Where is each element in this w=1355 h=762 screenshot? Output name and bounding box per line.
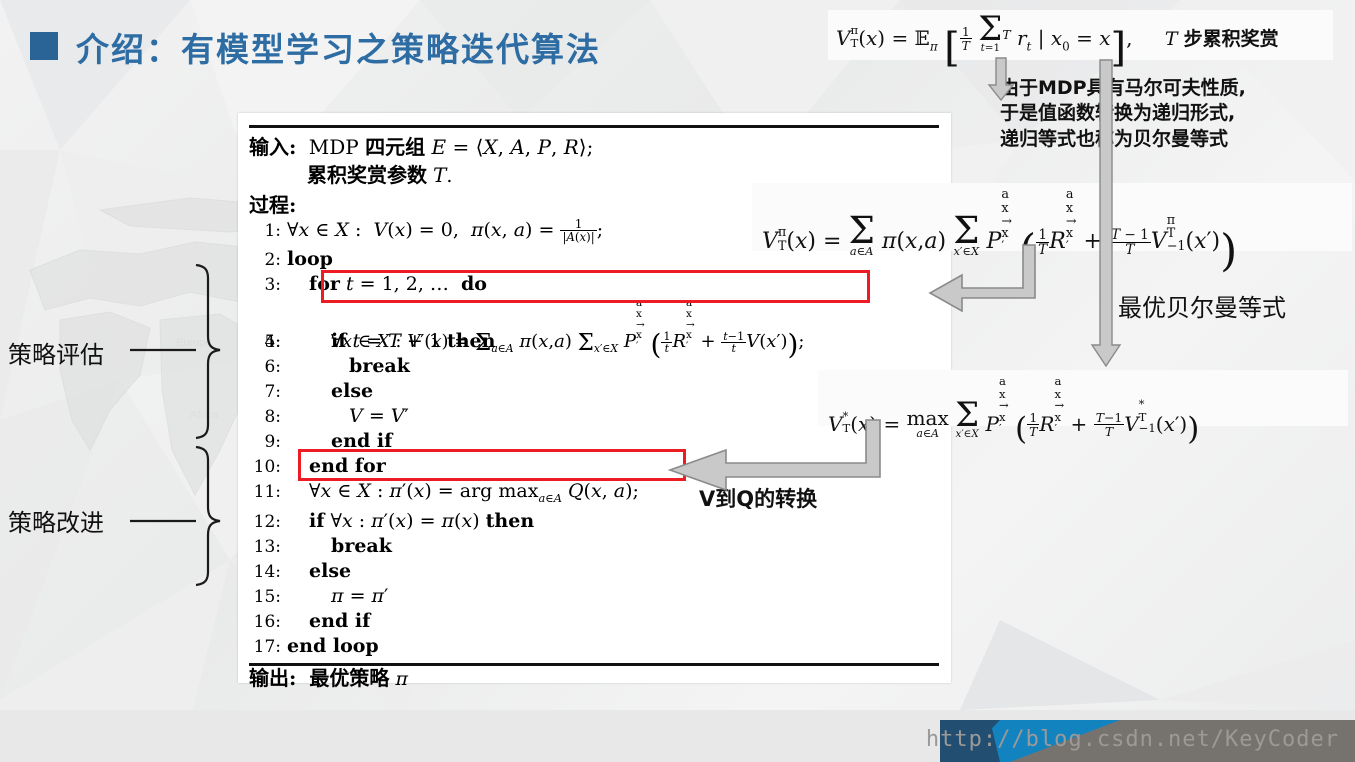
note-markov-line-1: 由于MDP具有马尔可夫性质,: [1000, 77, 1246, 99]
formula-optimal-bellman: V * T (x) = max a∈A Σx′∈X Pa x → x ′ (1 T Ra x → x ′ +…: [818, 370, 1348, 446]
algorithm-line-13: 13: break: [253, 535, 392, 557]
algorithm-top-rule: [249, 125, 939, 128]
slide-canvas: Europe Africa Middle East 介绍：有模型学习之策略迭代算…: [0, 0, 1355, 762]
algorithm-line-3: 3: for t = 1, 2, … do: [264, 273, 487, 295]
algorithm-output-label: 输出:: [249, 666, 297, 690]
label-policy-improvement: 策略改进: [8, 509, 104, 537]
note-v-to-q-label: V到Q的转换: [699, 487, 818, 511]
algorithm-line-17: 17: end loop: [253, 635, 379, 657]
page-title: 介绍：有模型学习之策略迭代算法: [76, 30, 601, 69]
footer-watermark: http://blog.csdn.net/KeyCoder: [925, 727, 1339, 752]
note-optimal-bellman-label: 最优贝尔曼等式: [1118, 294, 1286, 322]
note-markov-line-2: 于是值函数转换为递归形式,: [1000, 102, 1236, 125]
formula-bellman: Vπ T (x) = Σa∈A π(x,a) Σx′∈X Pa x → x ′ (1 T Ra x…: [752, 183, 1352, 277]
svg-text:Africa: Africa: [190, 409, 219, 421]
algorithm-line-12: 12: if ∀x : π′(x) = π(x) then: [253, 510, 535, 532]
note-markov-property: 由于MDP具有马尔可夫性质, 于是值函数转换为递归形式, 递归等式也称为贝尔曼等…: [1000, 76, 1350, 152]
title-bullet-square: [30, 32, 58, 60]
algorithm-line-14: 14: else: [253, 560, 352, 582]
algorithm-line-5: 5: if t = T + 1 then: [264, 330, 496, 352]
note-markov-line-3: 递归等式也称为贝尔曼等式: [1000, 127, 1229, 150]
algorithm-line-4: 4: ∀x ∈ X : V′(x) = Σa∈A π(x,a) Σx′∈X Pa…: [264, 297, 805, 362]
formula-cumulative-reward: Vπ T (x) = 𝔼π [1 T Σt=1 T rt | x0 = x], T 步累…: [828, 10, 1333, 71]
svg-text:Europe: Europe: [176, 337, 211, 349]
algorithm-input-line-1: 输入: MDP 四元组 E = ⟨X, A, P, R⟩;: [249, 135, 594, 159]
algorithm-input-label: 输入:: [249, 135, 297, 159]
algorithm-line-16: 16: end if: [253, 610, 371, 632]
algorithm-line-11: 11: ∀x ∈ X : π′(x) = arg maxa∈A Q(x, a);: [253, 480, 639, 506]
algorithm-output-line: 输出: 最优策略 π: [249, 666, 408, 690]
label-policy-evaluation: 策略评估: [8, 341, 104, 369]
slide-title-bar: 介绍：有模型学习之策略迭代算法: [0, 10, 860, 80]
algorithm-line-10: 10: end for: [253, 455, 386, 477]
algorithm-line-15: 15: π = π′: [253, 585, 389, 607]
